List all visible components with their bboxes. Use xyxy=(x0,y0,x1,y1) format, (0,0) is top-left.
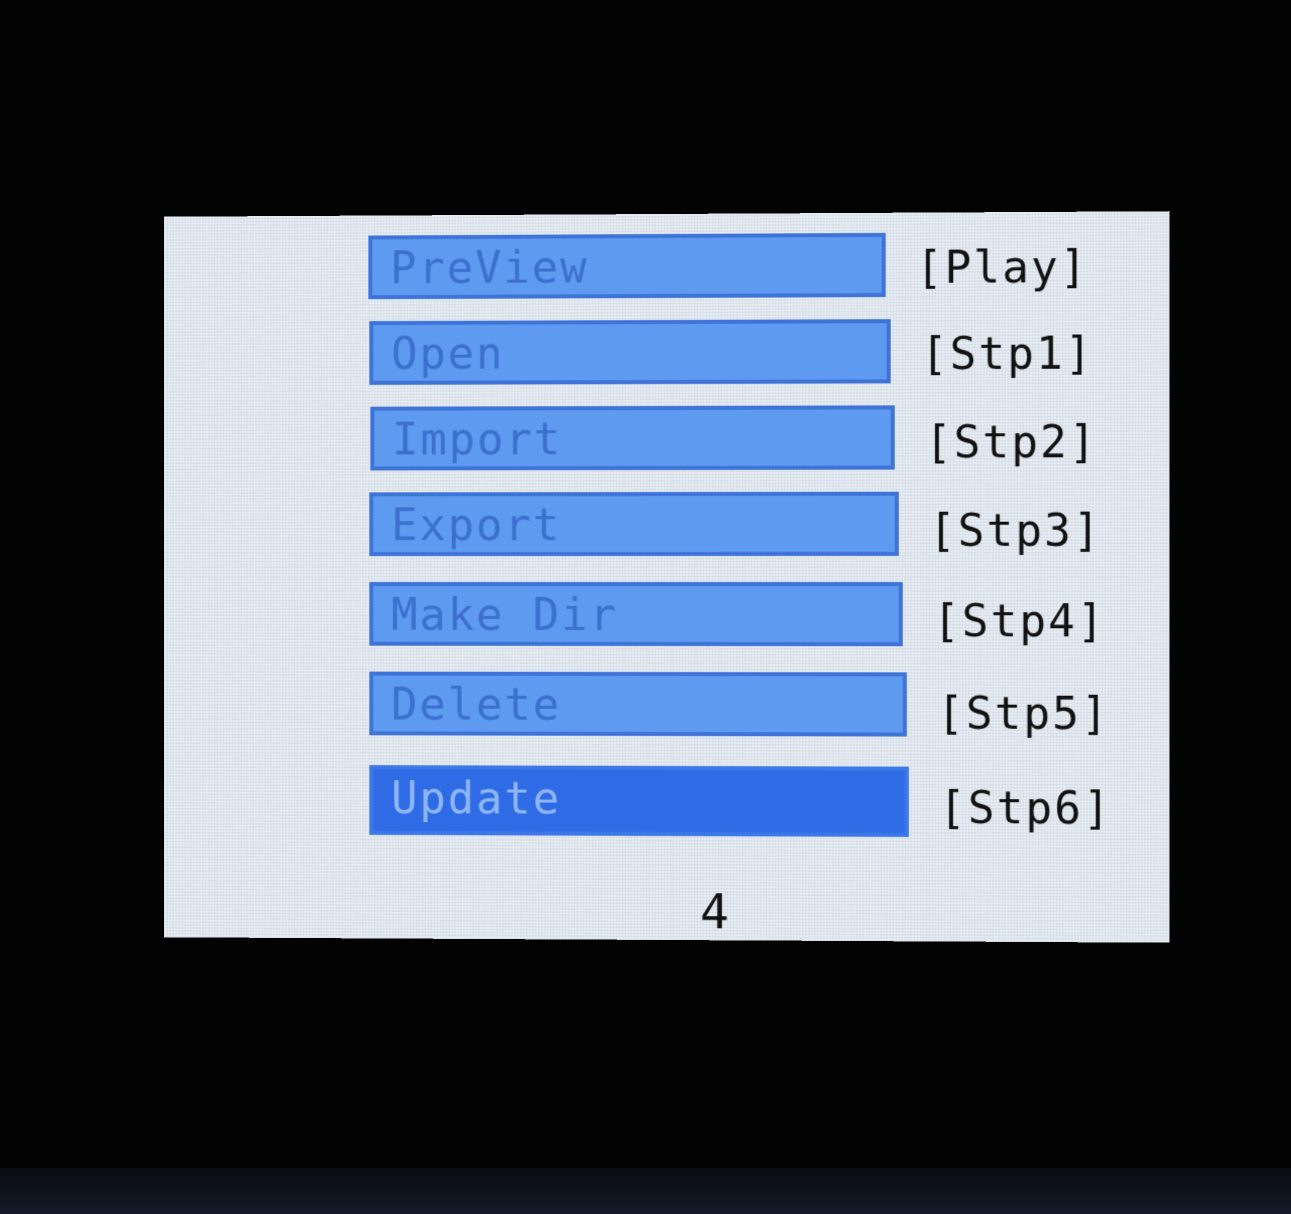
menu-item-label: Open xyxy=(391,328,505,380)
device-bottom-edge xyxy=(0,1168,1291,1214)
shortcut-label: [Play] xyxy=(915,241,1089,294)
menu-item-label: Import xyxy=(392,414,563,466)
menu-item-label: Delete xyxy=(391,679,562,731)
value-readout: 4 xyxy=(700,884,729,941)
menu-item-label: Update xyxy=(391,773,562,825)
shortcut-label: [Stp3] xyxy=(928,505,1102,557)
device-bezel: PreView [Play] Open [Stp1] Import [Stp2]… xyxy=(0,0,1291,1214)
menu-item-label: Export xyxy=(391,500,562,552)
menu-item-label: PreView xyxy=(390,242,589,295)
menu-item-import[interactable]: Import xyxy=(370,405,895,471)
shortcut-label: [Stp5] xyxy=(937,688,1110,741)
menu-item-delete[interactable]: Delete xyxy=(369,671,907,737)
menu-item-export[interactable]: Export xyxy=(369,491,899,557)
menu-item-open[interactable]: Open xyxy=(369,319,891,385)
shortcut-label: [Stp1] xyxy=(920,328,1094,381)
menu-item-label: Make Dir xyxy=(391,589,618,641)
shortcut-label: [Stp2] xyxy=(924,416,1098,469)
menu-item-preview[interactable]: PreView xyxy=(368,232,886,300)
menu-item-make-dir[interactable]: Make Dir xyxy=(369,581,903,647)
lcd-screen: PreView [Play] Open [Stp1] Import [Stp2]… xyxy=(163,211,1170,943)
menu-item-update[interactable]: Update xyxy=(369,765,909,837)
shortcut-label: [Stp4] xyxy=(933,596,1106,648)
shortcut-label: [Stp6] xyxy=(939,782,1112,835)
